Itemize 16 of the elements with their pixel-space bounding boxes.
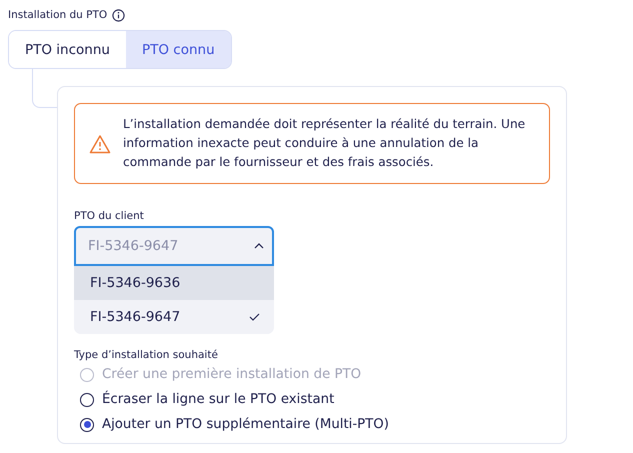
radio-option[interactable]: Écraser la ligne sur le PTO existant	[80, 387, 550, 412]
field-label: Type d’installation souhaité	[74, 349, 218, 361]
pto-select[interactable]: FI-5346-9647	[74, 226, 274, 266]
radio-option[interactable]: Ajouter un PTO supplémentaire (Multi-PTO)	[80, 412, 550, 437]
check-icon	[249, 313, 260, 321]
segment-tab[interactable]: PTO connu	[126, 31, 231, 68]
radio-button[interactable]	[80, 418, 94, 432]
select-input[interactable]: FI-5346-9647	[86, 237, 254, 255]
warning-icon	[89, 134, 111, 154]
section-label: Installation du PTO	[8, 9, 108, 21]
field-label: PTO du client	[74, 210, 144, 222]
dropdown-option[interactable]: FI-5346-9636	[74, 266, 274, 300]
radio-button[interactable]	[80, 392, 94, 406]
warning-message: L’installation demandée doit représenter la réalité du terrain. Une information inexacte peut conduire à une annulation de la commande par le fournisseur et des frais associés.	[123, 116, 526, 171]
chevron-up-icon	[254, 243, 264, 249]
info-icon[interactable]	[112, 8, 126, 22]
